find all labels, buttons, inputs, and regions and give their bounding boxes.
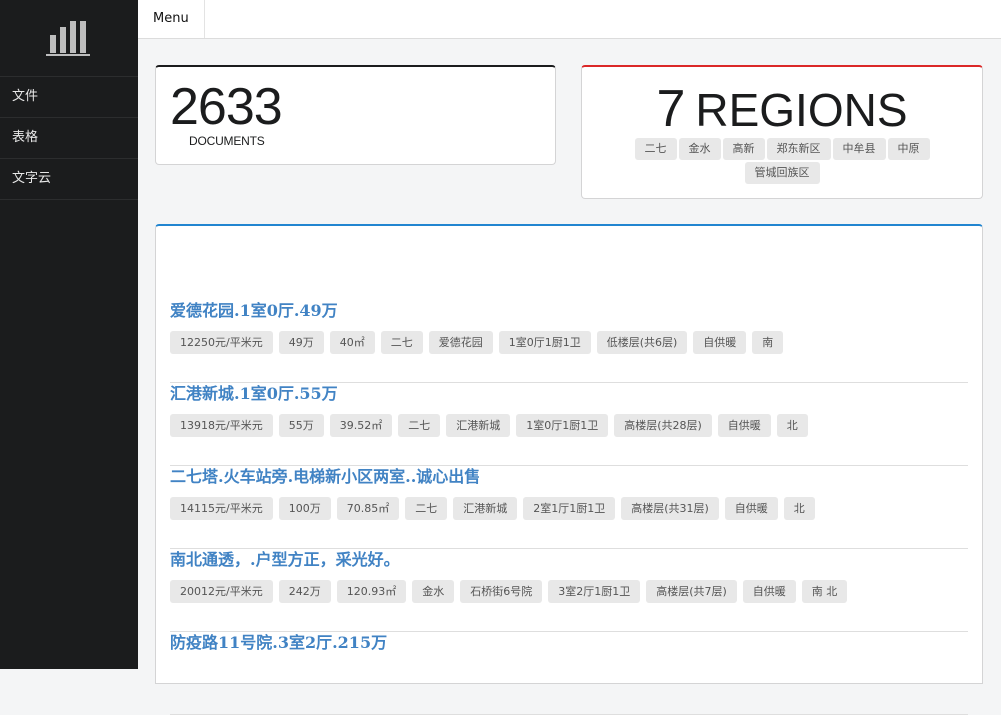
list-item: 汇港新城.1室0厅.55万 13918元/平米元 55万 39.52㎡ 二七 汇港新城 1室… [170,383,968,466]
listing-tag: 高楼层(共7层) [646,580,737,603]
top-menu-bar: Menu [138,0,1001,39]
listing-tag-list: 14115元/平米元 100万 70.85㎡ 二七 汇港新城 2室1厅1厨1卫 高楼层(共3… [170,497,821,520]
listing-tag-list: 12250元/平米元 49万 40㎡ 二七 爱德花园 1室0厅1厨1卫 低楼层(共6层) 自供… [170,331,789,354]
listing-tag: 14115元/平米元 [170,497,273,520]
listing-tag: 南 北 [801,580,848,603]
region-tag[interactable]: 管城回族区 [744,162,820,184]
listing-title-link[interactable]: 南北通透，.户型方正，采光好。 [170,549,400,571]
listing-tag: 低楼层(共6层) [596,331,688,354]
listing-tag-list: 20012元/平米元 242万 120.93㎡ 金水 石桥街6号院 3室2厅1厨1卫 高楼层… [170,580,853,603]
regions-statistic-card: 7 REGIONS 二七 金水 高新 郑东新区 中牟县 中原管城回族区 [581,65,983,199]
region-tag[interactable]: 二七 [634,138,677,160]
listing-tag: 汇港新城 [446,414,511,437]
list-item: 二七塔.火车站旁.电梯新小区两室..诚心出售 14115元/平米元 100万 70.8… [170,466,968,549]
listing-title-link[interactable]: 二七塔.火车站旁.电梯新小区两室..诚心出售 [170,466,480,488]
listing-tag: 二七 [380,331,423,354]
listing-tag: 242万 [278,580,331,603]
listing-tag: 20012元/平米元 [170,580,273,603]
listing-tag: 49万 [278,331,324,354]
sidebar-item-wordcloud[interactable]: 文字云 [0,159,138,200]
menu-button[interactable]: Menu [138,0,205,38]
region-tag-list: 二七 金水 高新 郑东新区 中牟县 中原管城回族区 [612,138,952,186]
listings-card: 爱德花园.1室0厅.49万 12250元/平米元 49万 40㎡ 二七 爱德花园 1室0厅1… [155,224,983,715]
listing-tag: 北 [776,414,808,437]
regions-count: 7 [656,80,686,138]
listing-tag: 北 [783,497,815,520]
listing-tag: 55万 [278,414,324,437]
list-item: 防疫路11号院.3室2厅.215万 [170,632,968,715]
listing-tag-list: 13918元/平米元 55万 39.52㎡ 二七 汇港新城 1室0厅1厨1卫 高楼层(共28… [170,414,814,437]
listing-tag: 自供暖 [693,331,747,354]
regions-label: REGIONS [695,84,908,136]
list-item: 爱德花园.1室0厅.49万 12250元/平米元 49万 40㎡ 二七 爱德花园 1室0厅1… [170,300,968,383]
listing-tag: 1室0厅1厨1卫 [516,414,609,437]
listing-tag: 3室2厅1厨1卫 [548,580,641,603]
region-tag[interactable]: 高新 [722,138,765,160]
documents-label: DOCUMENTS [189,134,265,148]
listing-tag: 石桥街6号院 [460,580,543,603]
listing-tag: 120.93㎡ [336,580,407,603]
listing-title-link[interactable]: 汇港新城.1室0厅.55万 [170,383,338,405]
bar-chart-icon [46,21,90,56]
listing-tag: 金水 [412,580,455,603]
listing-tag: 1室0厅1厨1卫 [498,331,591,354]
listing-tag: 爱德花园 [428,331,493,354]
logo[interactable] [0,0,138,77]
region-tag[interactable]: 中牟县 [832,138,886,160]
listing-tag: 13918元/平米元 [170,414,273,437]
listing-title-link[interactable]: 防疫路11号院.3室2厅.215万 [170,632,387,654]
listing-tag: 100万 [278,497,331,520]
listing-tag: 自供暖 [724,497,778,520]
listing-tag: 自供暖 [717,414,771,437]
documents-count: 2633 [170,78,283,136]
listing-tag: 70.85㎡ [336,497,400,520]
listing-tag: 二七 [398,414,441,437]
listing-tag: 自供暖 [742,580,796,603]
sidebar-item-tables[interactable]: 表格 [0,118,138,159]
listing-title-link[interactable]: 爱德花园.1室0厅.49万 [170,300,338,322]
listing-tag: 40㎡ [329,331,375,354]
sidebar-item-files[interactable]: 文件 [0,77,138,118]
listing-tag: 高楼层(共31层) [621,497,719,520]
regions-heading: 7 REGIONS [582,77,982,142]
listing-tag: 高楼层(共28层) [614,414,712,437]
listing-tag: 南 [752,331,784,354]
region-tag[interactable]: 郑东新区 [766,138,831,160]
listing-tag: 汇港新城 [453,497,518,520]
documents-statistic-card: 2633 DOCUMENTS [155,65,556,165]
listing-tag: 二七 [405,497,448,520]
region-tag[interactable]: 金水 [678,138,721,160]
listing-tag: 39.52㎡ [329,414,393,437]
listing-tag: 12250元/平米元 [170,331,273,354]
listing-tag: 2室1厅1厨1卫 [523,497,616,520]
list-item: 南北通透，.户型方正，采光好。 20012元/平米元 242万 120.93㎡ 金水 石桥… [170,549,968,632]
sidebar: 文件 表格 文字云 [0,0,138,669]
region-tag[interactable]: 中原 [887,138,930,160]
